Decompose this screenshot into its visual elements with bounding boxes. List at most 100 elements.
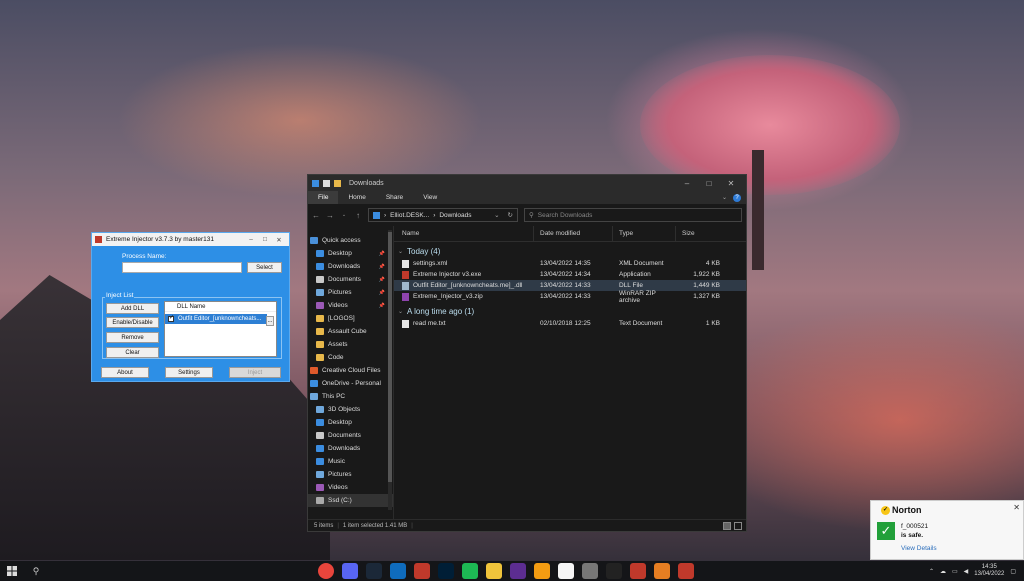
close-icon[interactable]: ✕ <box>720 179 742 188</box>
game-icon[interactable] <box>654 563 670 579</box>
enable-disable-button[interactable]: Enable/Disable <box>106 317 159 328</box>
forward-arrow-icon[interactable]: → <box>326 211 334 220</box>
details-view-icon[interactable] <box>723 521 731 530</box>
outlook-icon[interactable] <box>414 563 430 579</box>
nav-item[interactable]: Desktop 📌 <box>308 247 393 260</box>
tray-overflow-icon[interactable]: ⌃ <box>929 568 934 575</box>
nav-item[interactable]: Pictures <box>308 468 393 481</box>
nav-item[interactable]: Assets <box>308 338 393 351</box>
steam-icon[interactable] <box>366 563 382 579</box>
large-icons-view-icon[interactable] <box>734 521 742 530</box>
expand-ribbon-icon[interactable]: ⌄ <box>722 194 727 201</box>
tab-file[interactable]: File <box>308 191 339 204</box>
back-arrow-icon[interactable]: ← <box>312 211 320 220</box>
nav-item[interactable]: Creative Cloud Files <box>308 364 393 377</box>
minimize-icon[interactable]: – <box>244 236 258 243</box>
minimize-icon[interactable]: – <box>676 179 698 188</box>
mail-icon[interactable] <box>390 563 406 579</box>
nav-item[interactable]: Pictures 📌 <box>308 286 393 299</box>
start-button[interactable] <box>0 561 24 581</box>
search-input[interactable]: ⚲ Search Downloads <box>524 208 742 222</box>
app-a-icon[interactable] <box>534 563 550 579</box>
remove-button[interactable]: Remove <box>106 332 159 343</box>
close-icon[interactable]: ✕ <box>1013 503 1020 512</box>
nav-item[interactable]: This PC <box>308 390 393 403</box>
clear-button[interactable]: Clear <box>106 347 159 358</box>
address-dropdown-icon[interactable]: ⌄ <box>494 211 499 219</box>
file-row[interactable]: Extreme_Injector_v3.zip 13/04/2022 14:33 W… <box>394 290 746 304</box>
injector-titlebar[interactable]: Extreme Injector v3.7.3 by master131 – □… <box>92 233 289 246</box>
download-arrow-icon[interactable] <box>312 179 319 187</box>
nav-item[interactable]: Documents 📌 <box>308 273 393 286</box>
dll-list-item[interactable]: Outfit Editor_[unknowncheats... <box>165 314 267 324</box>
nav-item[interactable]: Desktop <box>308 416 393 429</box>
photoshop-icon[interactable] <box>438 563 454 579</box>
column-date-modified[interactable]: Date modified <box>534 225 613 242</box>
nav-item[interactable]: Music <box>308 455 393 468</box>
maximize-icon[interactable]: □ <box>258 236 272 243</box>
chrome-icon[interactable] <box>318 563 334 579</box>
notepad-icon[interactable] <box>558 563 574 579</box>
nav-item[interactable]: Quick access <box>308 234 393 247</box>
column-type[interactable]: Type <box>613 225 676 242</box>
nav-item[interactable]: Documents <box>308 429 393 442</box>
about-button[interactable]: About <box>101 367 149 378</box>
file-group-header[interactable]: ⌄ A long time ago (1) <box>394 305 746 318</box>
address-bar[interactable]: › Elliot.DESK... › Downloads ⌄ ↻ <box>368 208 518 222</box>
breadcrumb-user[interactable]: Elliot.DESK... <box>390 212 429 219</box>
process-name-input[interactable] <box>122 262 242 273</box>
epic-games-icon[interactable] <box>606 563 622 579</box>
new-folder-icon[interactable] <box>334 179 341 187</box>
file-row[interactable]: Outfit Editor_[unknowncheats.me]_.dll 13/… <box>394 280 746 291</box>
recent-locations-icon[interactable]: ⌄ <box>340 212 348 218</box>
nav-item[interactable]: Videos <box>308 481 393 494</box>
cloud-icon[interactable]: ☁ <box>940 568 946 575</box>
visual-studio-icon[interactable] <box>510 563 526 579</box>
file-row[interactable]: Extreme Injector v3.exe 13/04/2022 14:34 A… <box>394 269 746 280</box>
properties-icon[interactable] <box>323 179 330 187</box>
inject-button[interactable]: Inject <box>229 367 281 378</box>
file-explorer-icon[interactable] <box>486 563 502 579</box>
dll-enabled-checkbox[interactable] <box>168 314 174 322</box>
recorder-icon[interactable] <box>630 563 646 579</box>
file-group-header[interactable]: ⌄ Today (4) <box>394 245 746 258</box>
nav-item[interactable]: Videos 📌 <box>308 299 393 312</box>
close-icon[interactable]: ✕ <box>272 236 286 244</box>
tab-share[interactable]: Share <box>376 191 413 204</box>
select-button[interactable]: Select <box>247 262 282 273</box>
norton-notification[interactable]: ✓ Norton ✕ ✓ f_000521 is safe. View Deta… <box>870 500 1024 560</box>
maximize-icon[interactable]: □ <box>698 179 720 188</box>
spotify-icon[interactable] <box>462 563 478 579</box>
column-size[interactable]: Size <box>676 226 726 242</box>
add-dll-button[interactable]: Add DLL <box>106 303 159 314</box>
up-arrow-icon[interactable]: ↑ <box>354 211 362 220</box>
view-details-link[interactable]: View Details <box>901 545 937 552</box>
dll-options-button[interactable]: ... <box>266 316 274 326</box>
settings-button[interactable]: Settings <box>165 367 213 378</box>
nav-item[interactable]: OneDrive - Personal <box>308 377 393 390</box>
nav-item[interactable]: 3D Objects <box>308 403 393 416</box>
refresh-icon[interactable]: ↻ <box>508 211 513 219</box>
search-icon[interactable]: ⚲ <box>24 566 48 577</box>
injector-taskbar-icon[interactable] <box>678 563 694 579</box>
nav-item[interactable]: Assault Cube <box>308 325 393 338</box>
help-icon[interactable]: ? <box>733 193 741 202</box>
file-row[interactable]: read me.txt 02/10/2018 12:25 Text Document… <box>394 318 746 329</box>
notifications-icon[interactable]: ▢ <box>1010 568 1016 575</box>
clock[interactable]: 14:35 13/04/2022 <box>974 564 1004 578</box>
dll-name-column-header[interactable]: DLL Name <box>165 302 276 312</box>
file-row[interactable]: settings.xml 13/04/2022 14:35 XML Document… <box>394 258 746 269</box>
explorer-titlebar[interactable]: Downloads – □ ✕ <box>308 175 746 191</box>
column-name[interactable]: Name <box>394 225 534 242</box>
breadcrumb-downloads[interactable]: Downloads <box>439 212 471 219</box>
nav-scrollbar[interactable] <box>388 230 392 510</box>
volume-icon[interactable]: ◀ <box>964 568 969 575</box>
nav-item[interactable]: Downloads <box>308 442 393 455</box>
dll-list[interactable]: DLL Name Outfit Editor_[unknowncheats...… <box>164 301 277 357</box>
nav-item[interactable]: Ssd (C:) <box>308 494 393 507</box>
nav-item[interactable]: Downloads 📌 <box>308 260 393 273</box>
nav-item[interactable]: [LOGOS] <box>308 312 393 325</box>
tab-home[interactable]: Home <box>338 191 375 204</box>
discord-icon[interactable] <box>342 563 358 579</box>
store-icon[interactable] <box>582 563 598 579</box>
